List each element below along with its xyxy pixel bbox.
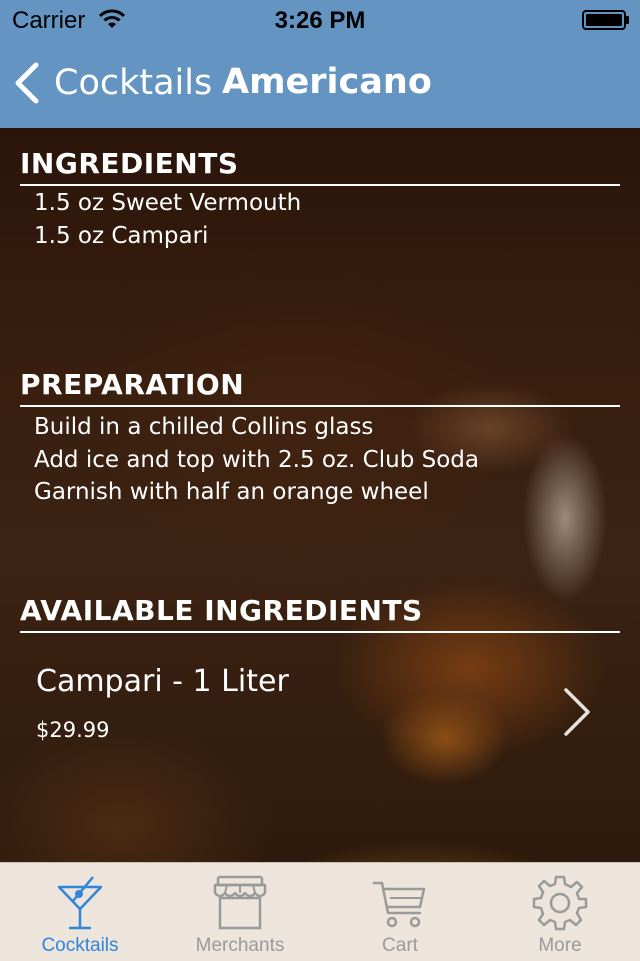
preparation-step: Garnish with half an orange wheel — [34, 479, 429, 505]
ingredient-item: 1.5 oz Sweet Vermouth — [34, 190, 302, 216]
preparation-step: Build in a chilled Collins glass — [34, 414, 374, 440]
back-button[interactable]: Cocktails — [12, 58, 212, 108]
martini-glass-icon — [57, 876, 103, 930]
tab-merchants[interactable]: Merchants — [160, 863, 320, 961]
product-name: Campari - 1 Liter — [36, 664, 289, 699]
cocktail-detail: INGREDIENTS 1.5 oz Sweet Vermouth 1.5 oz… — [0, 128, 640, 862]
preparation-heading: PREPARATION — [20, 365, 620, 407]
tab-bar: Cocktails Merchants Cart More — [0, 862, 640, 961]
chevron-left-icon — [15, 62, 39, 104]
back-button-label: Cocktails — [54, 63, 213, 103]
cart-icon — [372, 881, 426, 928]
tab-label: Cocktails — [41, 935, 119, 956]
chevron-right-icon — [564, 688, 590, 736]
product-price: $29.99 — [36, 718, 110, 742]
tab-cart[interactable]: Cart — [320, 863, 480, 961]
tab-label: More — [538, 935, 582, 956]
preparation-list: Build in a chilled Collins glass Add ice… — [34, 411, 479, 509]
top-bar: Carrier 3:26 PM Cocktails Americano — [0, 0, 640, 128]
ingredient-item: 1.5 oz Campari — [34, 222, 209, 249]
battery-icon — [582, 10, 629, 30]
tab-cocktails[interactable]: Cocktails — [0, 863, 160, 961]
preparation-step: Add ice and top with 2.5 oz. Club Soda — [34, 446, 479, 473]
product-row[interactable]: Campari - 1 Liter $29.99 — [0, 648, 640, 778]
status-time: 3:26 PM — [274, 7, 366, 34]
tab-label: Cart — [382, 935, 418, 956]
navigation-bar: Cocktails Americano — [0, 40, 640, 128]
tab-label: Merchants — [195, 935, 285, 956]
storefront-icon — [213, 875, 267, 930]
ingredients-list: 1.5 oz Sweet Vermouth 1.5 oz Campari — [34, 187, 301, 252]
ingredients-heading: INGREDIENTS — [20, 144, 620, 186]
status-bar: Carrier 3:26 PM — [0, 0, 640, 40]
gear-icon — [532, 875, 588, 931]
tab-more[interactable]: More — [480, 863, 640, 961]
page-title: Americano — [222, 62, 432, 102]
available-ingredients-heading: AVAILABLE INGREDIENTS — [20, 591, 620, 633]
